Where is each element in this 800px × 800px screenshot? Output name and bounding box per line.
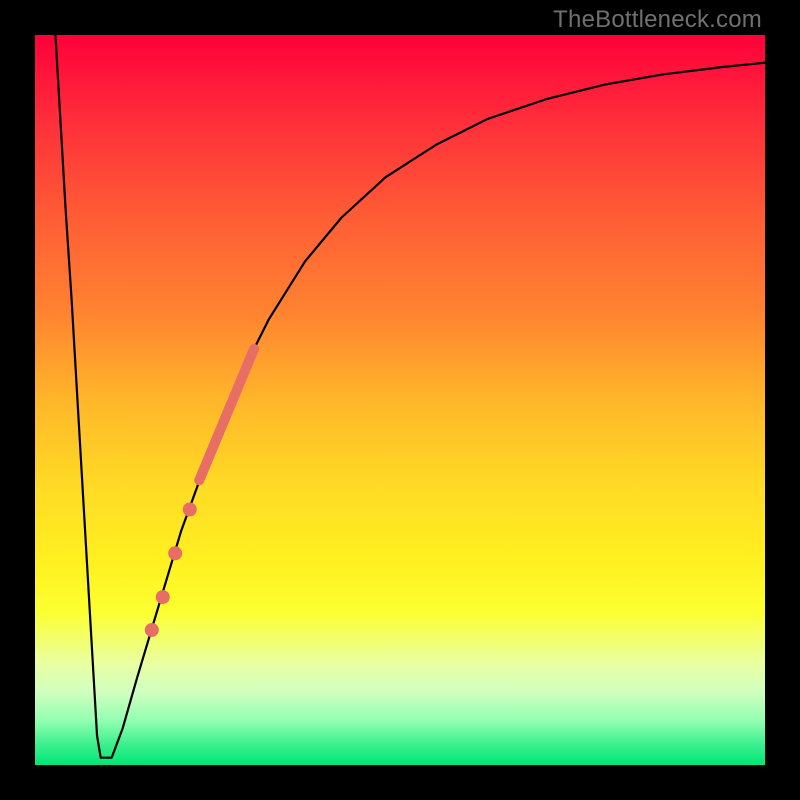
plot-area bbox=[35, 35, 765, 765]
highlight-dots-point bbox=[183, 503, 197, 517]
highlight-dots-point bbox=[145, 623, 159, 637]
highlight-dots-point bbox=[168, 546, 182, 560]
chart-container: TheBottleneck.com bbox=[0, 0, 800, 800]
watermark-text: TheBottleneck.com bbox=[553, 6, 762, 34]
highlight-dots-point bbox=[156, 590, 170, 604]
